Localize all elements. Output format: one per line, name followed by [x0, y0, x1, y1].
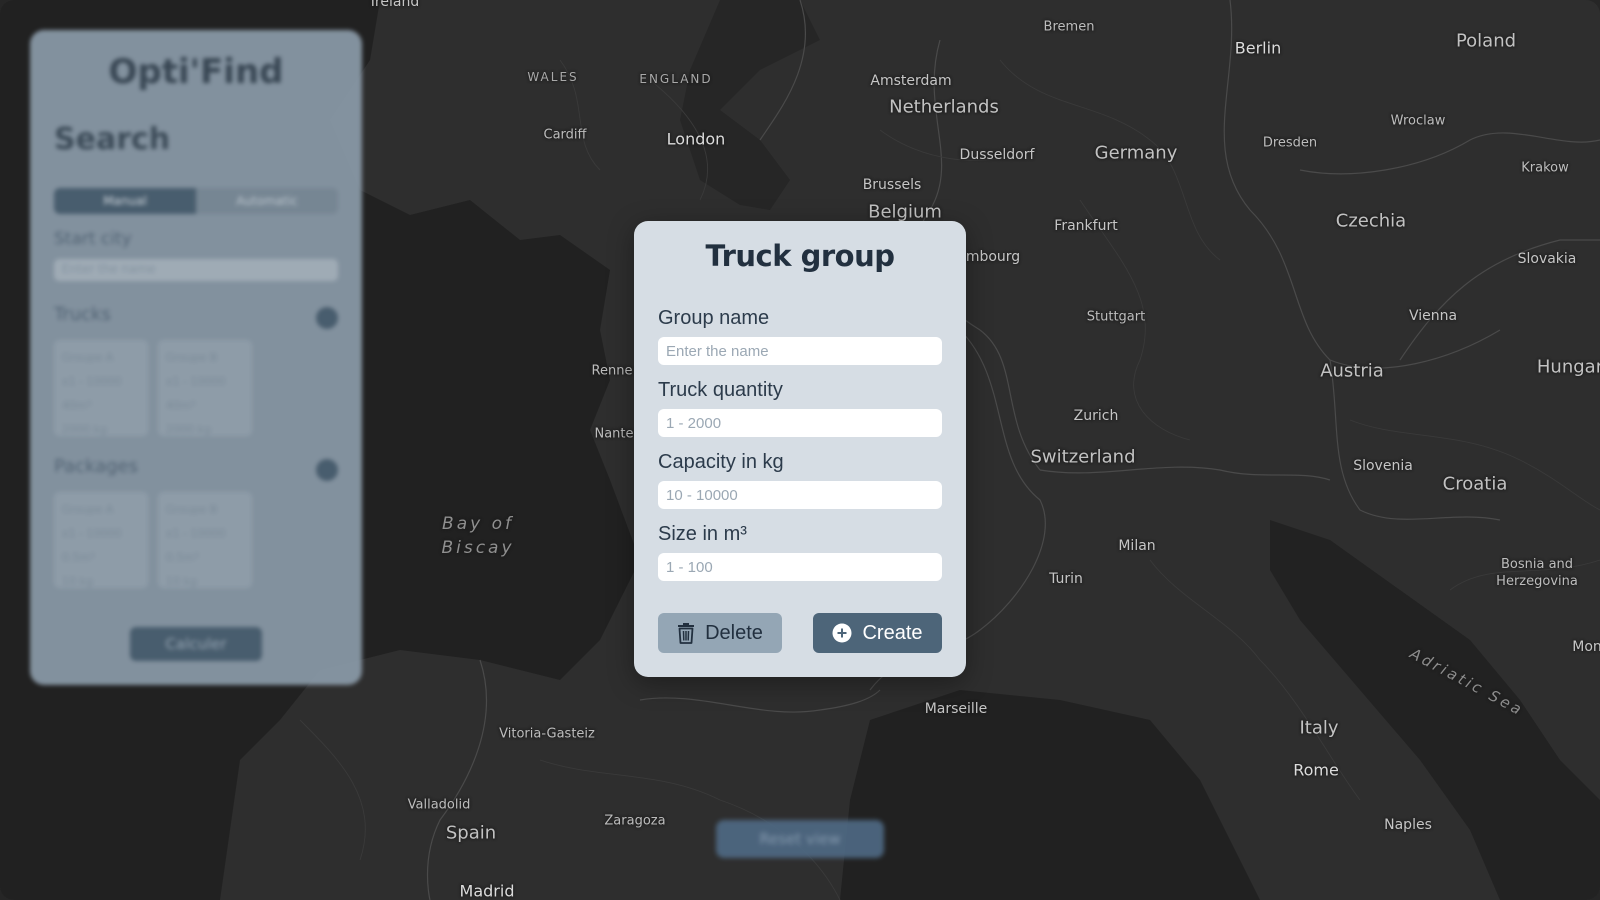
truck-card[interactable]: Groupe A x1 - 10000 40m³ 2000 kg — [54, 340, 148, 436]
truck-quantity-input[interactable] — [658, 409, 942, 437]
map-label-wroclaw: Wroclaw — [1390, 113, 1446, 129]
card-line: 40m³ — [166, 399, 196, 412]
map-label-netherlands: Netherlands — [889, 96, 999, 118]
card-line: 40m³ — [62, 399, 92, 412]
group-name-label: Group name — [658, 307, 770, 329]
tab-manual[interactable]: Manual — [54, 188, 196, 214]
map-label-amsterdam: Amsterdam — [870, 73, 952, 89]
map-label-stuttgart: Stuttgart — [1086, 309, 1146, 325]
map-label-croatia: Croatia — [1442, 473, 1508, 495]
map-label-zaragoza: Zaragoza — [604, 813, 666, 829]
size-input[interactable] — [658, 553, 942, 581]
create-label: Create — [862, 621, 923, 644]
card-line: 0.5m³ — [166, 551, 199, 564]
map-label-rennes: Renne — [591, 363, 633, 379]
map-label-milan: Milan — [1118, 538, 1156, 554]
create-button[interactable]: Create — [813, 613, 942, 653]
map-label-cardiff: Cardiff — [543, 127, 587, 143]
map-label-england: ENGLAND — [639, 72, 713, 86]
capacity-input[interactable] — [658, 481, 942, 509]
card-line: 0.5m³ — [62, 551, 95, 564]
tab-automatic[interactable]: Automatic — [196, 188, 338, 214]
map-label-turin: Turin — [1049, 571, 1083, 587]
map-label-bay-of-biscay: Bay of Biscay — [441, 514, 515, 558]
map-label-germany: Germany — [1094, 142, 1178, 164]
size-label: Size in m³ — [658, 523, 747, 545]
card-line: x1 - 10000 — [166, 527, 226, 540]
map-label-spain: Spain — [445, 822, 497, 844]
delete-button[interactable]: Delete — [658, 613, 782, 653]
trucks-label: Trucks — [54, 304, 111, 325]
map-label-slovakia: Slovakia — [1517, 251, 1577, 267]
trash-icon — [677, 622, 695, 644]
card-line: 10 kg — [166, 575, 197, 588]
card-line: 2000 kg — [62, 423, 107, 436]
card-line: Groupe B — [166, 503, 218, 516]
card-line: x1 - 10000 — [166, 375, 226, 388]
truck-card[interactable]: Groupe B x1 - 10000 40m³ 2000 kg — [158, 340, 252, 436]
calculate-button[interactable]: Calculer — [130, 627, 262, 661]
map-label-luxembourg: mbourg — [965, 249, 1021, 265]
capacity-label: Capacity in kg — [658, 451, 784, 473]
map-label-dusseldorf: Dusseldorf — [959, 147, 1035, 163]
delete-label: Delete — [705, 621, 763, 644]
map-label-rome: Rome — [1293, 760, 1339, 780]
package-card[interactable]: Groupe B x1 - 10000 0.5m³ 10 kg — [158, 492, 252, 588]
map-label-slovenia: Slovenia — [1353, 458, 1413, 474]
start-city-input[interactable]: Enter the name — [54, 259, 338, 281]
reset-view-button[interactable]: Reset view — [716, 820, 884, 858]
map-label-switzerland: Switzerland — [1030, 446, 1136, 468]
map-label-belgium: Belgium — [868, 201, 942, 223]
card-line: 2000 kg — [166, 423, 211, 436]
map-label-wales: WALES — [527, 70, 579, 84]
truck-quantity-label: Truck quantity — [658, 379, 783, 401]
plus-circle-icon — [832, 623, 852, 643]
search-panel: Opti'Find Search Manual Automatic Start … — [30, 30, 362, 685]
card-line: Groupe B — [166, 351, 218, 364]
map-label-bosnia: Bosnia and Herzegovina — [1496, 557, 1578, 589]
map-label-ireland: Ireland — [370, 0, 420, 10]
package-card[interactable]: Groupe A x1 - 10000 0.5m³ 10 kg — [54, 492, 148, 588]
card-line: 10 kg — [62, 575, 93, 588]
dialog-title: Truck group — [705, 239, 895, 273]
map-label-montenegro: Mon — [1572, 639, 1600, 655]
map-label-valladolid: Valladolid — [407, 797, 471, 813]
map-label-naples: Naples — [1384, 817, 1432, 833]
add-truck-button[interactable] — [316, 307, 338, 329]
map-label-frankfurt: Frankfurt — [1054, 218, 1118, 234]
map-label-bremen: Bremen — [1043, 19, 1095, 35]
mode-toggle[interactable]: Manual Automatic — [54, 188, 338, 214]
map-label-hungary: Hungar — [1536, 356, 1600, 378]
map-label-marseille: Marseille — [924, 701, 988, 717]
map-label-krakow: Krakow — [1521, 160, 1569, 176]
map-label-vitoria: Vitoria-Gasteiz — [499, 726, 595, 742]
card-line: Groupe A — [62, 503, 114, 516]
map-label-zurich: Zurich — [1073, 408, 1119, 424]
map-label-poland: Poland — [1455, 30, 1517, 52]
map-label-brussels: Brussels — [862, 177, 922, 193]
search-heading: Search — [54, 122, 171, 157]
map-label-dresden: Dresden — [1262, 135, 1318, 151]
map-label-london: London — [666, 129, 726, 149]
map-label-italy: Italy — [1299, 717, 1339, 739]
add-package-button[interactable] — [316, 459, 338, 481]
map-label-madrid: Madrid — [459, 881, 515, 900]
app-logo: Opti'Find — [108, 52, 284, 92]
truck-group-dialog: Truck group Group name Truck quantity Ca… — [634, 221, 966, 677]
start-city-label: Start city — [54, 229, 132, 249]
map-label-berlin: Berlin — [1234, 38, 1282, 58]
map-label-nantes: Nante — [594, 426, 634, 442]
card-line: Groupe A — [62, 351, 114, 364]
card-line: x1 - 10000 — [62, 375, 122, 388]
map-label-austria: Austria — [1320, 360, 1384, 382]
packages-label: Packages — [54, 456, 138, 477]
group-name-input[interactable] — [658, 337, 942, 365]
card-line: x1 - 10000 — [62, 527, 122, 540]
map-label-vienna: Vienna — [1408, 308, 1458, 324]
map-label-czechia: Czechia — [1335, 210, 1407, 232]
